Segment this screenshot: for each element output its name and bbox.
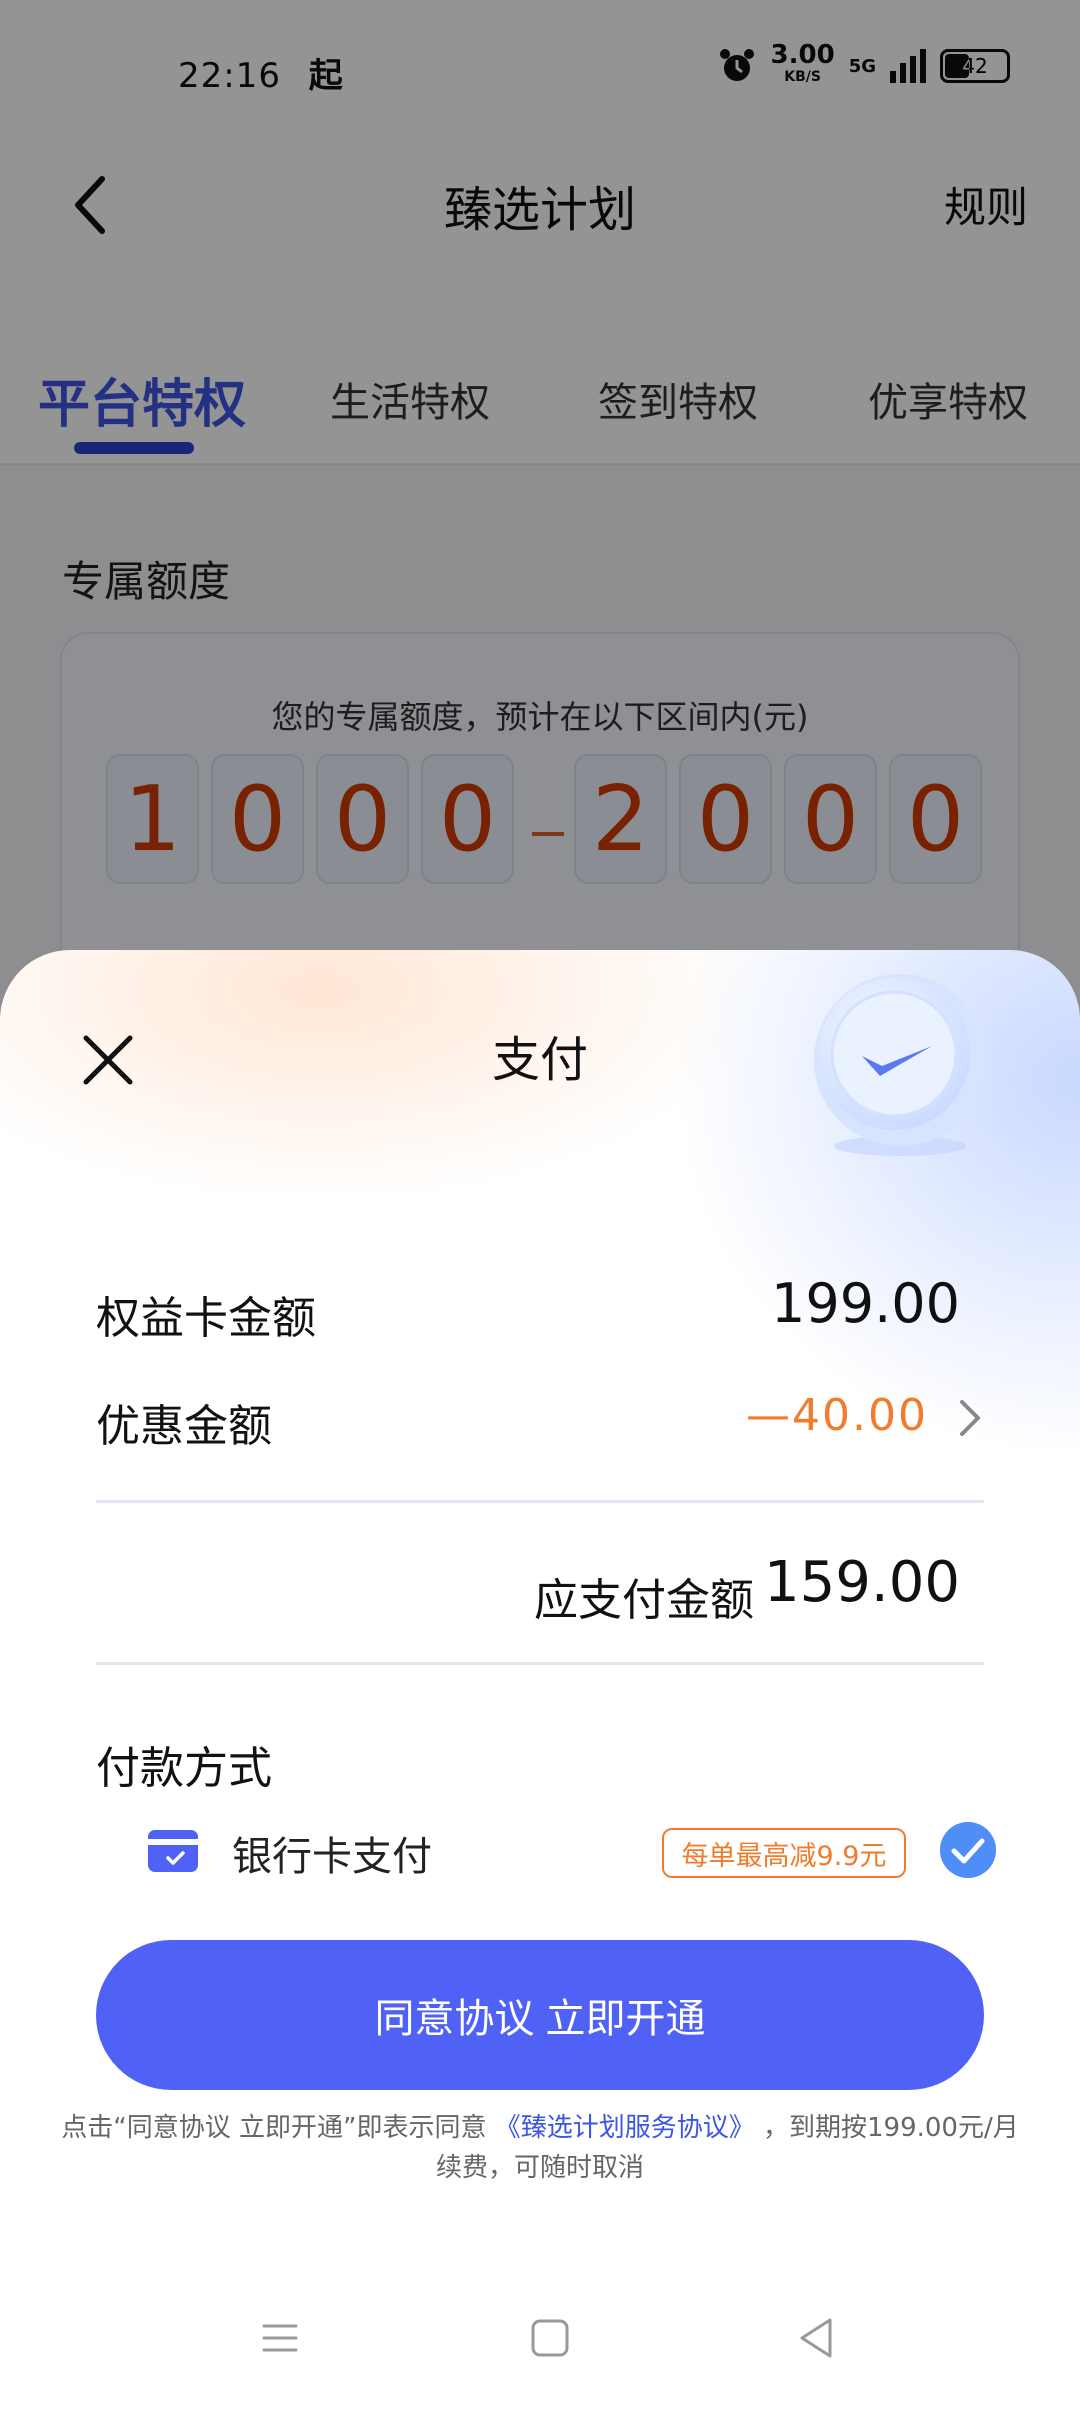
back-triangle-icon[interactable] <box>786 2308 846 2368</box>
divider <box>96 1662 984 1665</box>
divider <box>96 1500 984 1503</box>
payable-value: 159.00 <box>764 1550 960 1615</box>
discount-value: —40.00 <box>746 1390 928 1441</box>
card-amount-value: 199.00 <box>771 1272 960 1335</box>
payment-option-bank-card[interactable]: 银行卡支付 每单最高减9.9元 <box>140 1816 1030 1896</box>
discount-label: 优惠金额 <box>96 1401 272 1452</box>
chevron-right-icon[interactable] <box>954 1396 984 1440</box>
system-nav-bar <box>0 2250 1080 2412</box>
payment-method-title: 付款方式 <box>96 1743 272 1794</box>
agree-and-activate-button[interactable]: 同意协议 立即开通 <box>96 1940 984 2090</box>
agreement-prefix: 点击“同意协议 立即开通”即表示同意 <box>61 2113 487 2143</box>
check-circle-icon[interactable] <box>940 1822 996 1878</box>
bank-card-icon <box>148 1830 198 1872</box>
payment-option-label: 银行卡支付 <box>232 1834 432 1880</box>
agreement-text: 点击“同意协议 立即开通”即表示同意 《臻选计划服务协议》 ，到期按199.00… <box>60 2108 1020 2188</box>
agreement-link[interactable]: 《臻选计划服务协议》 <box>495 2113 755 2143</box>
promo-badge: 每单最高减9.9元 <box>662 1828 906 1878</box>
check-badge-icon <box>814 974 986 1156</box>
menu-icon[interactable] <box>250 2308 310 2368</box>
card-amount-label: 权益卡金额 <box>96 1293 316 1344</box>
home-icon[interactable] <box>520 2308 580 2368</box>
payment-sheet: 支付 权益卡金额 199.00 优惠金额 —40.00 应支付金额 159.00… <box>0 950 1080 2412</box>
payable-label: 应支付金额 <box>534 1575 754 1626</box>
